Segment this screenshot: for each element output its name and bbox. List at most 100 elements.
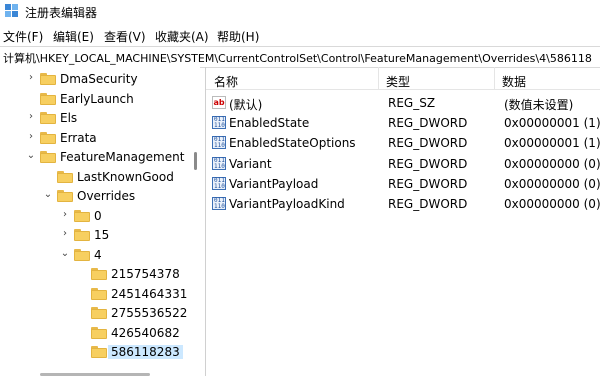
value-data: 0x00000000 (0) [504, 156, 600, 171]
tree-item-label: 2451464331 [111, 286, 188, 301]
tree-scrollbar-thumb[interactable] [194, 152, 197, 170]
value-row[interactable]: ab (默认) REG_SZ (数值未设置) [206, 93, 600, 113]
no-chevron [77, 268, 87, 278]
value-name: VariantPayload [229, 176, 319, 191]
menu-file[interactable]: 文件(F) [3, 28, 43, 45]
menu-favorites[interactable]: 收藏夹(A) [155, 28, 209, 45]
tree-item-label: 586118283 [108, 345, 183, 359]
values-list[interactable]: 名称 类型 数据 ab (默认) REG_SZ (数值未设置) 011 110 Enable… [206, 67, 600, 376]
value-type: REG_DWORD [388, 116, 468, 131]
registry-editor-icon [5, 4, 18, 17]
tree-item-label: Els [60, 111, 78, 125]
tree-item-label: 215754378 [111, 267, 180, 281]
tree-item[interactable]: LastKnownGood [0, 167, 190, 187]
column-separator[interactable] [378, 67, 379, 89]
collapsed-chevron-icon[interactable]: › [26, 131, 36, 142]
folder-icon [91, 326, 107, 339]
tree-item-label: DmaSecurity [60, 72, 138, 86]
tree-item[interactable]: 2755536522 [0, 303, 190, 323]
tree-item[interactable]: 215754378 [0, 264, 190, 284]
column-separator[interactable] [494, 67, 495, 89]
window-title: 注册表编辑器 [25, 6, 98, 20]
value-row[interactable]: 011 110 VariantPayload REG_DWORD 0x00000000 … [206, 174, 600, 194]
collapsed-chevron-icon[interactable]: › [26, 112, 36, 122]
binary-value-icon: 011 110 [212, 176, 226, 190]
tree-item-label: 426540682 [111, 325, 180, 340]
value-name: (默认) [229, 98, 263, 112]
value-data: 0x00000000 (0) [504, 197, 600, 211]
binary-value-icon: 011 110 [212, 136, 226, 150]
folder-icon [40, 92, 56, 105]
tree-item-label: 0 [94, 208, 102, 223]
tree-item[interactable]: › DmaSecurity [0, 69, 190, 89]
tree-item-label: 2755536522 [111, 306, 188, 320]
value-data: 0x00000001 (1) [504, 136, 600, 151]
expanded-chevron-icon[interactable]: ⌄ [26, 151, 36, 161]
tree-item[interactable]: EarlyLaunch [0, 89, 190, 109]
binary-value-icon: 011 110 [212, 197, 226, 210]
horizontal-scrollbar-thumb[interactable] [40, 373, 150, 376]
value-name: EnabledStateOptions [229, 136, 356, 151]
tree-item[interactable]: 426540682 [0, 323, 190, 343]
folder-icon [40, 151, 56, 163]
tree-item-label: 4 [94, 247, 102, 262]
registry-tree[interactable]: › DmaSecurity EarlyLaunch › Els › Errata ⌄ Featu… [0, 67, 200, 370]
value-type: REG_DWORD [388, 176, 468, 191]
tree-item[interactable]: 586118283 [0, 342, 190, 362]
column-name[interactable]: 名称 [214, 73, 238, 90]
tree-item[interactable]: › Errata [0, 128, 190, 148]
no-chevron [77, 307, 87, 317]
tree-item[interactable]: › Els [0, 108, 190, 128]
tree-item-label: LastKnownGood [77, 169, 174, 184]
no-chevron [26, 93, 36, 103]
tree-item[interactable]: ⌄ 4 [0, 245, 190, 265]
expanded-chevron-icon[interactable]: ⌄ [60, 248, 70, 259]
collapsed-chevron-icon[interactable]: › [26, 73, 36, 83]
binary-value-icon: 011 110 [212, 156, 226, 170]
value-row[interactable]: 011 110 Variant REG_DWORD 0x00000000 (0) [206, 154, 600, 174]
menu-edit[interactable]: 编辑(E) [53, 28, 94, 45]
tree-horizontal-scrollbar[interactable] [0, 370, 200, 380]
tree-item-label: 15 [94, 228, 110, 242]
no-chevron [77, 346, 87, 356]
folder-icon [40, 112, 56, 124]
title-bar: 注册表编辑器 [0, 0, 600, 22]
column-type[interactable]: 类型 [386, 73, 410, 90]
column-header: 名称 类型 数据 [206, 67, 600, 90]
tree-item[interactable]: ⌄ FeatureManagement [0, 147, 190, 167]
binary-value-icon: 011 110 [212, 116, 226, 130]
string-value-icon: ab [212, 96, 226, 109]
collapsed-chevron-icon[interactable]: › [60, 229, 70, 239]
value-type: REG_DWORD [388, 197, 468, 211]
column-data[interactable]: 数据 [502, 73, 526, 90]
collapsed-chevron-icon[interactable]: › [60, 209, 70, 220]
folder-icon [91, 287, 107, 300]
folder-icon [91, 346, 107, 358]
value-name: VariantPayloadKind [229, 197, 345, 211]
value-data: 0x00000001 (1) [504, 116, 600, 131]
tree-item[interactable]: ⌄ Overrides [0, 186, 190, 206]
menu-bar: 文件(F) 编辑(E) 查看(V) 收藏夹(A) 帮助(H) [0, 22, 600, 46]
expanded-chevron-icon[interactable]: ⌄ [43, 190, 53, 200]
folder-icon [74, 229, 90, 241]
folder-icon [91, 268, 107, 280]
tree-item[interactable]: 2451464331 [0, 284, 190, 304]
folder-icon [74, 248, 90, 261]
value-data: (数值未设置) [504, 98, 574, 112]
folder-icon [91, 307, 107, 319]
value-type: REG_DWORD [388, 136, 468, 151]
value-row[interactable]: 011 110 VariantPayloadKind REG_DWORD 0x00000… [206, 194, 600, 214]
no-chevron [77, 288, 87, 298]
no-chevron [43, 171, 53, 181]
tree-scrollbar[interactable] [192, 67, 200, 370]
tree-item[interactable]: › 0 [0, 206, 190, 226]
tree-item[interactable]: › 15 [0, 225, 190, 245]
address-bar[interactable]: 计算机\HKEY_LOCAL_MACHINE\SYSTEM\CurrentCon… [0, 46, 600, 68]
menu-help[interactable]: 帮助(H) [217, 28, 259, 45]
tree-item-label: Overrides [77, 189, 136, 203]
folder-icon [40, 73, 56, 85]
value-row[interactable]: 011 110 EnabledStateOptions REG_DWORD 0x0000… [206, 133, 600, 153]
value-row[interactable]: 011 110 EnabledState REG_DWORD 0x00000001 (1… [206, 113, 600, 133]
address-path[interactable]: 计算机\HKEY_LOCAL_MACHINE\SYSTEM\CurrentCon… [3, 50, 592, 66]
menu-view[interactable]: 查看(V) [104, 28, 146, 45]
